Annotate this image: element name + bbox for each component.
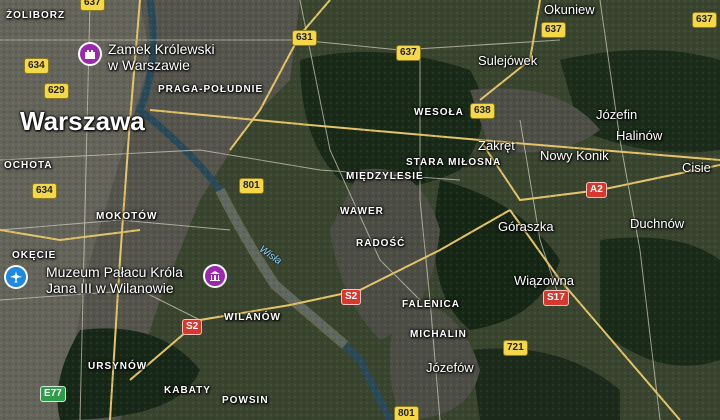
road-shield-634: 634	[32, 183, 57, 199]
district-kabaty[interactable]: KABATY	[164, 385, 211, 396]
town-okuniew[interactable]: Okuniew	[544, 2, 595, 17]
poi-muzeum-line1: Muzeum Pałacu Króla	[46, 264, 183, 280]
road-shield-e77: E77	[40, 386, 66, 402]
district-praga-poludnie[interactable]: PRAGA-POŁUDNIE	[158, 84, 263, 95]
district-ochota[interactable]: OCHOTA	[4, 160, 53, 171]
satellite-map[interactable]: Zamek Królewski w Warszawie Muzeum Pałac…	[0, 0, 720, 420]
road-shield-634: 634	[24, 58, 49, 74]
district-ursynow[interactable]: URSYNÓW	[88, 361, 147, 372]
district-wilanow[interactable]: WILANÓW	[224, 312, 281, 323]
museum-icon[interactable]	[203, 264, 227, 288]
town-zakret[interactable]: Zakręt	[478, 138, 515, 153]
poi-zamek-label[interactable]: Zamek Królewski w Warszawie	[108, 41, 215, 73]
district-zoliborz[interactable]: ŻOLIBORZ	[6, 10, 65, 21]
district-michalin[interactable]: MICHALIN	[410, 329, 467, 340]
town-wiazowna[interactable]: Wiązowna	[514, 273, 574, 288]
road-shield-637: 637	[80, 0, 105, 11]
poi-muzeum-label[interactable]: Muzeum Pałacu Króla Jana III w Wilanowie	[46, 264, 183, 296]
road-shield-629: 629	[44, 83, 69, 99]
district-wesola[interactable]: WESOŁA	[414, 107, 464, 118]
town-sulejowek[interactable]: Sulejówek	[478, 53, 537, 68]
district-falenica[interactable]: FALENICA	[402, 299, 460, 310]
district-stara-milosna[interactable]: STARA MIŁOSNA	[406, 157, 501, 168]
district-miedzylesie[interactable]: MIĘDZYLESIE	[346, 171, 424, 182]
road-shield-s2: S2	[341, 289, 362, 305]
road-shield-801: 801	[394, 406, 419, 420]
town-jozefow[interactable]: Józefów	[426, 360, 474, 375]
district-mokotow[interactable]: MOKOTÓW	[96, 211, 157, 222]
city-label-warszawa[interactable]: Warszawa	[20, 106, 145, 137]
road-shield-638: 638	[470, 103, 495, 119]
district-okecie[interactable]: OKĘCIE	[12, 250, 56, 261]
castle-icon[interactable]	[78, 42, 102, 66]
town-halinow[interactable]: Halinów	[616, 128, 662, 143]
district-radosc[interactable]: RADOŚĆ	[356, 238, 405, 249]
road-shield-637: 637	[541, 22, 566, 38]
poi-zamek-line2: w Warszawie	[108, 57, 190, 73]
town-jozefin[interactable]: Józefin	[596, 107, 637, 122]
road-shield-s17: S17	[543, 290, 569, 306]
district-wawer[interactable]: WAWER	[340, 206, 384, 217]
town-goraszka[interactable]: Góraszka	[498, 219, 554, 234]
road-shield-s2: S2	[182, 319, 203, 335]
poi-muzeum-line2: Jana III w Wilanowie	[46, 280, 174, 296]
road-shield-637: 637	[692, 12, 717, 28]
road-shield-637: 637	[396, 45, 421, 61]
poi-zamek-line1: Zamek Królewski	[108, 41, 215, 57]
district-powsin[interactable]: POWSIN	[222, 395, 269, 406]
town-cisie[interactable]: Cisie	[682, 160, 711, 175]
road-shield-801: 801	[239, 178, 264, 194]
town-duchnow[interactable]: Duchnów	[630, 216, 684, 231]
airport-icon[interactable]	[4, 265, 28, 289]
road-shield-a2: A2	[586, 182, 607, 198]
town-nowy-konik[interactable]: Nowy Konik	[540, 148, 609, 163]
road-shield-631: 631	[292, 30, 317, 46]
road-shield-721: 721	[503, 340, 528, 356]
